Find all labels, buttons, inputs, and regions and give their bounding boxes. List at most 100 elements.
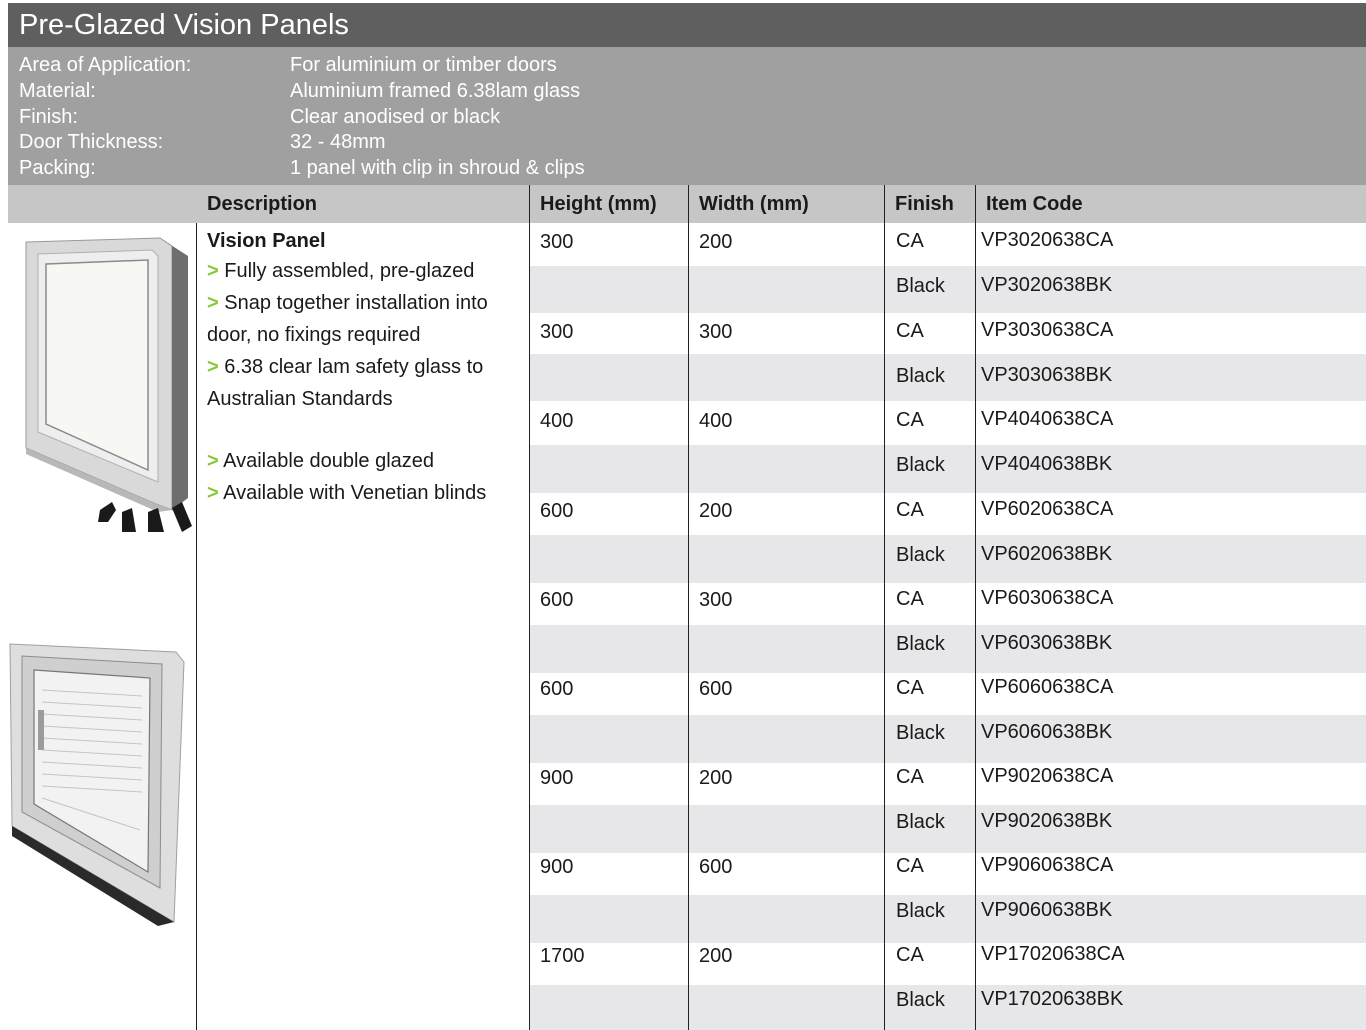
item-code-cell: VP17020638BK <box>981 988 1124 1010</box>
description-block: Vision Panel > Fully assembled, pre-glaz… <box>207 229 525 509</box>
bullet-arrow-icon: > <box>207 292 219 314</box>
table-row-band <box>530 445 1366 493</box>
item-code-cell: VP3030638BK <box>981 364 1113 386</box>
item-code-cell: VP6060638BK <box>981 721 1113 743</box>
spec-label: Finish: <box>19 106 78 128</box>
height-cell: 600 <box>540 500 574 522</box>
item-code-cell: VP3030638CA <box>981 319 1114 341</box>
header-height: Height (mm) <box>540 193 657 215</box>
finish-cell: Black <box>896 544 945 566</box>
spec-value: 32 - 48mm <box>290 131 386 153</box>
description-line: door, no fixings required <box>207 324 421 346</box>
header-description: Description <box>207 193 318 215</box>
finish-cell: Black <box>896 275 945 297</box>
vision-panel-image <box>25 237 192 532</box>
item-code-cell: VP9060638BK <box>981 899 1113 921</box>
table-row-band <box>530 535 1366 583</box>
spec-label: Packing: <box>19 157 96 179</box>
finish-cell: Black <box>896 633 945 655</box>
table-row-band <box>530 805 1366 853</box>
finish-cell: Black <box>896 900 945 922</box>
height-cell: 300 <box>540 321 574 343</box>
item-code-cell: VP17020638CA <box>981 943 1125 965</box>
height-cell: 1700 <box>540 945 585 967</box>
item-code-cell: VP4040638CA <box>981 408 1114 430</box>
table-row-band <box>530 895 1366 943</box>
height-cell: 600 <box>540 678 574 700</box>
width-cell: 200 <box>699 231 733 253</box>
column-divider <box>975 185 976 1030</box>
finish-cell: CA <box>896 588 924 610</box>
item-code-cell: VP3020638CA <box>981 229 1114 251</box>
finish-cell: CA <box>896 320 924 342</box>
finish-cell: CA <box>896 677 924 699</box>
bullet-arrow-icon: > <box>207 260 219 282</box>
width-cell: 600 <box>699 678 733 700</box>
item-code-cell: VP6020638CA <box>981 498 1114 520</box>
finish-cell: CA <box>896 766 924 788</box>
finish-cell: CA <box>896 230 924 252</box>
spec-value: Clear anodised or black <box>290 106 501 128</box>
description-bullet: > 6.38 clear lam safety glass to <box>207 356 484 378</box>
spec-label: Area of Application: <box>19 54 192 76</box>
height-cell: 900 <box>540 767 574 789</box>
finish-cell: Black <box>896 365 945 387</box>
spec-value: Aluminium framed 6.38lam glass <box>290 80 581 102</box>
width-cell: 200 <box>699 945 733 967</box>
width-cell: 400 <box>699 410 733 432</box>
table-row-band <box>530 354 1366 401</box>
finish-cell: CA <box>896 409 924 431</box>
bullet-arrow-icon: > <box>207 356 219 378</box>
finish-cell: Black <box>896 811 945 833</box>
finish-cell: CA <box>896 499 924 521</box>
height-cell: 300 <box>540 231 574 253</box>
spec-block: Area of Application: For aluminium or ti… <box>8 47 1366 185</box>
header-item-code: Item Code <box>986 193 1083 215</box>
venetian-blind-panel-image <box>9 643 185 926</box>
finish-cell: CA <box>896 855 924 877</box>
width-cell: 200 <box>699 500 733 522</box>
table-row-band <box>530 985 1366 1030</box>
spec-label: Door Thickness: <box>19 131 164 153</box>
item-code-cell: VP3020638BK <box>981 274 1113 296</box>
width-cell: 600 <box>699 856 733 878</box>
table-header: Description Height (mm) Width (mm) Finis… <box>8 185 1366 223</box>
header-width: Width (mm) <box>699 193 809 215</box>
description-bullet: > Fully assembled, pre-glazed <box>207 260 475 282</box>
column-divider <box>529 185 530 1030</box>
height-cell: 900 <box>540 856 574 878</box>
column-divider <box>196 223 197 1030</box>
description-line: Australian Standards <box>207 388 393 410</box>
item-code-cell: VP6020638BK <box>981 543 1113 565</box>
description-bullet: > Available double glazed <box>207 450 435 472</box>
item-code-cell: VP6030638BK <box>981 632 1113 654</box>
description-bullet: > Snap together installation into <box>207 292 488 314</box>
item-code-cell: VP6060638CA <box>981 676 1114 698</box>
table-row-band <box>530 266 1366 313</box>
page-title: Pre-Glazed Vision Panels <box>8 3 1366 47</box>
finish-cell: Black <box>896 454 945 476</box>
item-code-cell: VP9020638BK <box>981 810 1113 832</box>
table-row-band <box>530 715 1366 763</box>
height-cell: 400 <box>540 410 574 432</box>
item-code-cell: VP4040638BK <box>981 453 1113 475</box>
description-title: Vision Panel <box>207 230 326 252</box>
width-cell: 300 <box>699 321 733 343</box>
column-divider <box>884 185 885 1030</box>
bullet-arrow-icon: > <box>207 450 219 472</box>
column-divider <box>688 185 689 1030</box>
description-bullet: > Available with Venetian blinds <box>207 482 487 504</box>
item-code-cell: VP9020638CA <box>981 765 1114 787</box>
table-row-band <box>530 625 1366 673</box>
item-code-cell: VP9060638CA <box>981 854 1114 876</box>
item-code-cell: VP6030638CA <box>981 587 1114 609</box>
height-cell: 600 <box>540 589 574 611</box>
header-finish: Finish <box>895 193 954 215</box>
spec-value: 1 panel with clip in shroud & clips <box>290 157 585 179</box>
width-cell: 200 <box>699 767 733 789</box>
spec-label: Material: <box>19 80 96 102</box>
finish-cell: Black <box>896 722 945 744</box>
width-cell: 300 <box>699 589 733 611</box>
finish-cell: Black <box>896 989 945 1011</box>
finish-cell: CA <box>896 944 924 966</box>
